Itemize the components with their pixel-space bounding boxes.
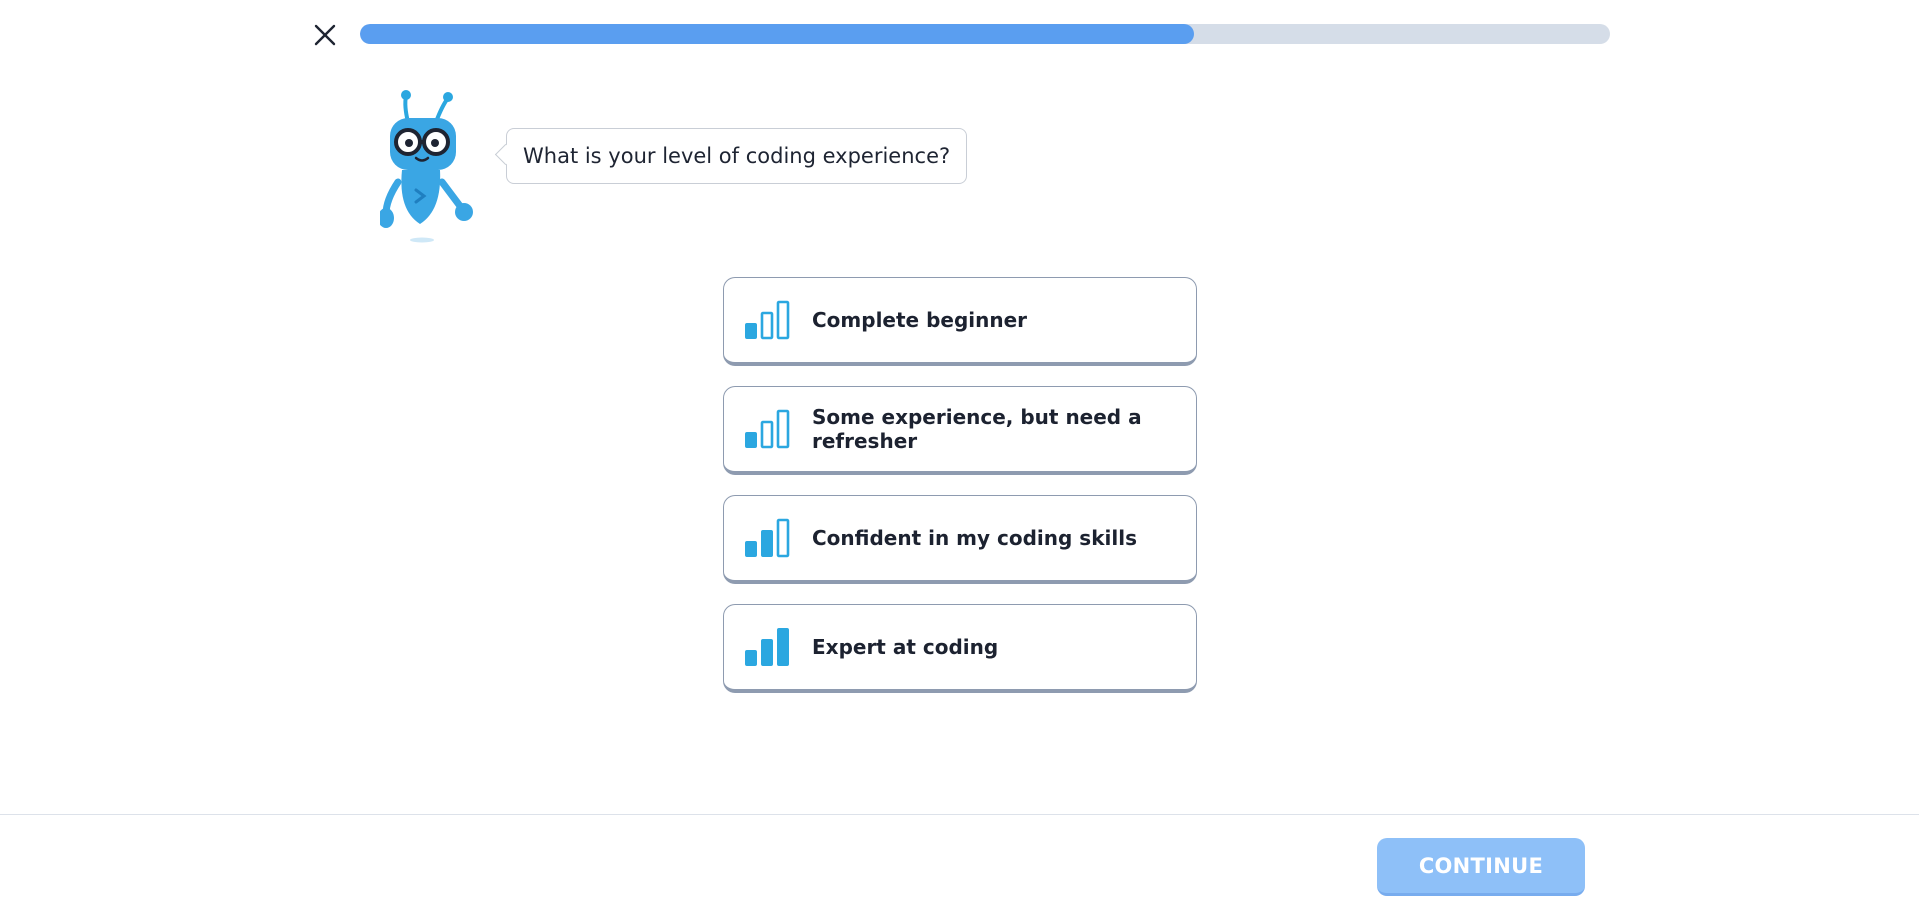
question-text: What is your level of coding experience? <box>523 144 951 168</box>
signal-3-of-3-icon <box>744 627 790 667</box>
signal-bar <box>776 300 790 340</box>
option-label: Confident in my coding skills <box>812 526 1137 550</box>
signal-bar <box>745 432 757 448</box>
answer-options: Complete beginner Some experience, but n… <box>723 277 1197 713</box>
option-label: Complete beginner <box>812 308 1028 332</box>
signal-bar <box>776 518 790 558</box>
continue-button[interactable]: CONTINUE <box>1377 838 1585 896</box>
option-some-experience[interactable]: Some experience, but need a refresher <box>723 386 1197 475</box>
onboarding-page: What is your level of coding experience?… <box>0 0 1919 908</box>
option-label: Expert at coding <box>812 635 999 659</box>
option-expert[interactable]: Expert at coding <box>723 604 1197 693</box>
option-complete-beginner[interactable]: Complete beginner <box>723 277 1197 366</box>
close-button[interactable] <box>310 20 340 50</box>
signal-bar <box>745 541 757 557</box>
footer-divider <box>0 814 1919 815</box>
robot-mascot <box>380 90 485 245</box>
signal-bar <box>761 639 773 666</box>
signal-bar <box>776 409 790 449</box>
option-confident[interactable]: Confident in my coding skills <box>723 495 1197 584</box>
question-bubble: What is your level of coding experience? <box>506 128 968 184</box>
signal-1-of-3-icon <box>744 409 790 449</box>
signal-bar <box>760 311 774 340</box>
robot-mascot-icon <box>380 90 473 243</box>
progress-bar <box>360 24 1610 44</box>
option-label: Some experience, but need a refresher <box>812 405 1142 453</box>
signal-bar <box>745 650 757 666</box>
signal-bar <box>777 628 789 666</box>
signal-bar <box>761 530 773 557</box>
signal-bar <box>760 420 774 449</box>
signal-1-of-3-icon <box>744 300 790 340</box>
progress-bar-fill <box>360 24 1194 44</box>
signal-2-of-3-icon <box>744 518 790 558</box>
signal-bar <box>745 323 757 339</box>
close-icon <box>314 24 336 46</box>
